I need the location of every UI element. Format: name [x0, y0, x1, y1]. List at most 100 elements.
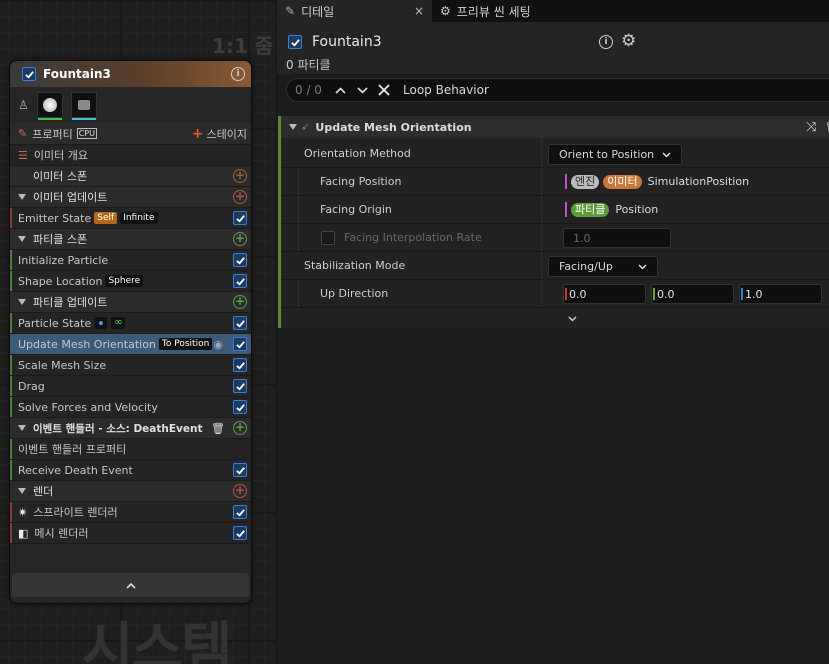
search-bar[interactable]: 0 / 0 Loop Behavior [286, 78, 829, 102]
stack-section-header[interactable]: 이벤트 핸들러 - 소스: DeathEvent 🗑 + [10, 418, 251, 439]
stack-section-header[interactable]: 이미터 스폰 + [10, 166, 251, 187]
list-icon: ☰ [18, 148, 28, 162]
add-module-icon[interactable]: + [233, 169, 247, 183]
stack-module-row[interactable]: Initialize Particle [10, 250, 251, 271]
clear-search-icon[interactable] [373, 84, 395, 96]
stack-module-row[interactable]: ☰ 이미터 개요 [10, 145, 251, 166]
object-enabled-checkbox[interactable] [288, 35, 302, 49]
orientation-method-dropdown[interactable]: Orient to Position [548, 144, 683, 165]
module-tag: Self [94, 212, 118, 224]
input-value: 0.0 [657, 287, 675, 301]
search-result-count: 0 / 0 [295, 83, 322, 97]
module-enabled-checkbox[interactable] [233, 463, 247, 477]
module-enabled-checkbox[interactable] [233, 505, 247, 519]
trash-icon[interactable]: 🗑 [211, 422, 225, 435]
search-input[interactable]: Loop Behavior [403, 83, 489, 97]
module-enabled-checkbox[interactable] [233, 337, 247, 351]
system-graph[interactable]: 1:1 줌 시스템 Fountain3 i ♙ ✎ 프로퍼티 CPU + 스테이… [0, 0, 276, 664]
add-module-icon[interactable]: + [233, 232, 247, 246]
emitter-enabled-checkbox[interactable] [22, 67, 36, 81]
shuffle-icon[interactable]: ⤨ [806, 120, 816, 135]
stack-module-row[interactable]: Drag [10, 376, 251, 397]
chevron-down-icon [568, 316, 577, 322]
add-module-icon[interactable]: + [233, 295, 247, 309]
collapse-arrow-icon[interactable] [18, 425, 26, 431]
stack-row-label: 이미터 스폰 [33, 170, 88, 183]
stack-section-header[interactable]: 파티클 스폰 + [10, 229, 251, 250]
stabilization-mode-dropdown[interactable]: Facing/Up [548, 256, 658, 277]
stack-module-row[interactable]: Shape Location Sphere [10, 271, 251, 292]
trash-icon[interactable]: 🗑 [825, 121, 829, 134]
stack-row-label: 이벤트 핸들러 프로퍼티 [18, 443, 127, 456]
emitter-node[interactable]: Fountain3 i ♙ ✎ 프로퍼티 CPU + 스테이지 ☰ 이미터 개요 이… [9, 60, 252, 604]
mesh-thumbnail[interactable] [70, 92, 97, 120]
add-module-icon[interactable]: + [233, 484, 247, 498]
collapse-arrow-icon[interactable] [18, 236, 26, 242]
stack-section-header[interactable]: 파티클 업데이트 + [10, 292, 251, 313]
stack-module-row[interactable]: ✷ 스프라이트 렌더러 [10, 502, 251, 523]
stack-module-row[interactable]: Update Mesh Orientation To Position ◉ [10, 334, 251, 355]
particle-count: 0 파티클 [286, 58, 331, 72]
settings-gear-icon[interactable]: ⚙ [621, 31, 636, 51]
module-enabled-checkbox[interactable] [233, 211, 247, 225]
info-icon[interactable]: i [231, 67, 245, 81]
stack-row-label: Particle State [18, 316, 92, 330]
module-enabled-checkbox[interactable] [233, 253, 247, 267]
stack-module-row[interactable]: Emitter State Self Infinite [10, 208, 251, 229]
dot-badge-icon [95, 317, 108, 329]
up-direction-y-input[interactable]: 0.0 [651, 284, 734, 304]
properties-button[interactable]: 프로퍼티 [32, 126, 72, 142]
up-direction-z-input[interactable]: 1.0 [739, 284, 822, 304]
engine-pill: 엔진 [571, 174, 600, 189]
zoom-label: 1:1 줌 [212, 34, 274, 58]
module-enabled-checkbox[interactable] [233, 379, 247, 393]
collapse-arrow-icon[interactable] [289, 124, 297, 130]
add-module-icon[interactable]: + [233, 190, 247, 204]
module-enabled-checkbox[interactable] [233, 274, 247, 288]
eye-icon[interactable]: ◉ [213, 338, 223, 351]
object-header: Fountain3 i ⚙ 0 파티클 [277, 22, 829, 74]
stack-module-row[interactable]: ◧ 메시 렌더러 [10, 523, 251, 544]
collapse-arrow-icon[interactable] [18, 299, 26, 305]
tab-preview-scene-settings[interactable]: ⚙ 프리뷰 씬 세팅 [432, 0, 539, 22]
module-section: ➶ Update Mesh Orientation ⤨ 🗑 Orientatio… [278, 116, 829, 328]
facing-position-link[interactable]: 엔진 이미터 SimulationPosition [565, 174, 749, 189]
stack-row-label: 스프라이트 렌더러 [33, 506, 118, 519]
collapse-arrow-icon[interactable] [18, 194, 26, 200]
module-enabled-checkbox[interactable] [233, 316, 247, 330]
sprite-thumbnail[interactable] [36, 92, 63, 120]
collapse-arrow-icon[interactable] [18, 488, 26, 494]
stack-module-row[interactable]: 이벤트 핸들러 프로퍼티 [10, 439, 251, 460]
stack-section-header[interactable]: 렌더 + [10, 481, 251, 502]
module-enabled-checkbox[interactable] [233, 526, 247, 540]
gear-icon: ⚙ [440, 4, 451, 18]
details-panel: ✎ 디테일 × ⚙ 프리뷰 씬 세팅 Fountain3 i ⚙ 0 파티클 0… [277, 0, 829, 664]
chevron-down-icon [638, 263, 647, 270]
chevron-up-icon[interactable] [329, 86, 351, 94]
module-enabled-checkbox[interactable] [233, 400, 247, 414]
facing-origin-link[interactable]: 파티클 Position [565, 202, 658, 217]
stack-section-header[interactable]: 이미터 업데이트 + [10, 187, 251, 208]
stack-module-row[interactable]: Solve Forces and Velocity [10, 397, 251, 418]
collapse-button[interactable] [12, 573, 249, 597]
emitter-node-header[interactable]: Fountain3 i [10, 61, 251, 87]
facing-interp-input[interactable]: 1.0 [563, 228, 671, 248]
chevron-down-icon[interactable] [351, 86, 373, 94]
stack-row-label: 이미터 개요 [33, 149, 88, 162]
tab-details[interactable]: ✎ 디테일 × [277, 0, 432, 22]
sprite-icon: ✷ [18, 505, 28, 519]
up-direction-x-input[interactable]: 0.0 [563, 284, 646, 304]
add-module-icon[interactable]: + [233, 421, 247, 435]
stack-module-row[interactable]: Receive Death Event [10, 460, 251, 481]
add-stage-button[interactable]: 스테이지 [207, 126, 247, 142]
close-icon[interactable]: × [414, 4, 424, 18]
stack-module-row[interactable]: Particle State ∞ [10, 313, 251, 334]
module-tag: Sphere [105, 275, 144, 287]
module-enabled-checkbox[interactable] [233, 358, 247, 372]
stack-module-row[interactable]: Scale Mesh Size [10, 355, 251, 376]
module-icon: ➶ [301, 121, 310, 133]
facing-interp-checkbox[interactable] [321, 231, 335, 245]
info-icon[interactable]: i [599, 35, 613, 49]
module-header[interactable]: ➶ Update Mesh Orientation ⤨ 🗑 [281, 116, 829, 138]
expand-advanced-button[interactable] [568, 312, 577, 325]
